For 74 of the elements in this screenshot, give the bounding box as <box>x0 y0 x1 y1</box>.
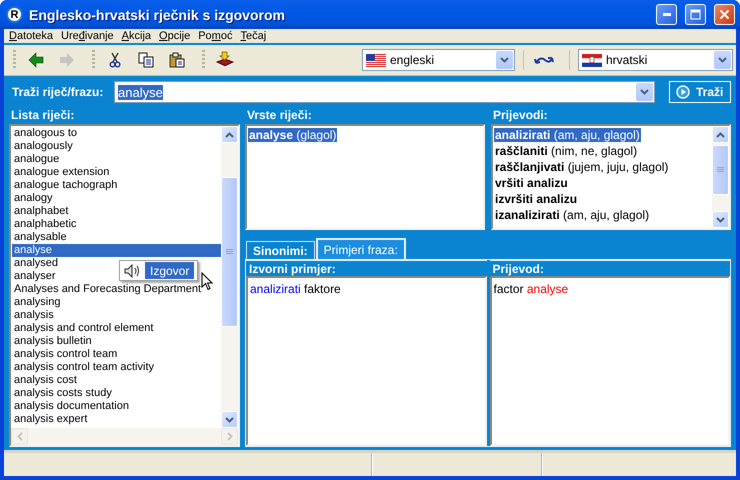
search-label: Traži riječ/frazu: <box>11 85 104 99</box>
translation-item[interactable]: raščlanjivati (jujem, juju, glagol) <box>494 160 670 174</box>
play-icon <box>676 85 690 99</box>
word-list-item[interactable]: analysis <box>12 309 56 322</box>
copy-icon <box>138 52 154 68</box>
vertical-scrollbar[interactable] <box>221 126 238 428</box>
paste-icon <box>169 52 185 68</box>
menu-item[interactable]: Tečaj <box>238 30 272 42</box>
forward-arrow-icon <box>59 52 75 68</box>
scissors-icon <box>109 52 121 68</box>
translation-item[interactable]: raščlaniti (nim, ne, glagol) <box>494 144 638 158</box>
word-list-item[interactable]: analogue tachograph <box>12 179 120 192</box>
language-dropdown[interactable]: hrvatski <box>578 49 733 71</box>
maximize-button[interactable] <box>685 4 706 25</box>
minimize-button[interactable] <box>656 4 677 25</box>
translation-item[interactable]: vršiti analizu <box>494 176 569 190</box>
translated-phrase: factor analyse <box>494 282 568 296</box>
source-phrase: analizirati faktore <box>250 282 341 296</box>
app-icon: R <box>6 6 23 23</box>
word-list-item[interactable]: analogous to <box>12 127 79 140</box>
word-list-item[interactable]: analysis costs study <box>12 387 114 400</box>
back-arrow-icon <box>28 52 44 68</box>
speaker-icon <box>124 264 142 278</box>
word-list-item[interactable]: analogy <box>12 192 55 205</box>
translation-item[interactable]: izanalizirati (am, aju, glagol) <box>494 208 650 222</box>
menu-item[interactable]: Akcija <box>120 30 158 42</box>
word-list-item[interactable]: analysis documentation <box>12 400 131 413</box>
flag-icon <box>582 54 602 66</box>
word-list-item[interactable]: analysis expert <box>12 413 90 426</box>
word-type-item[interactable]: analyse (glagol) <box>248 128 338 142</box>
word-list-item[interactable]: analphabet <box>12 205 70 218</box>
mouse-cursor-icon <box>201 272 213 291</box>
word-list-item[interactable]: analysis control team activity <box>12 361 156 374</box>
maximize-icon <box>690 9 701 20</box>
word-list-item[interactable]: analogously <box>12 140 75 153</box>
word-list-item[interactable]: analysed <box>12 257 60 270</box>
word-list-item[interactable]: analyse <box>12 244 221 257</box>
translations-label: Prijevodi: <box>492 107 549 124</box>
word-list-item[interactable]: analysing <box>12 296 62 309</box>
close-icon <box>719 9 730 20</box>
menu-item[interactable]: Opcije <box>157 30 196 42</box>
horizontal-scrollbar[interactable] <box>11 428 238 445</box>
tab[interactable]: Sinonimi: <box>246 241 315 259</box>
book-arrow-icon <box>216 51 234 69</box>
word-list-item[interactable]: Analyses and Forecasting Department <box>12 283 204 296</box>
word-list-item[interactable]: analysis bulletin <box>12 335 94 348</box>
word-list-item[interactable]: analyser <box>12 270 58 283</box>
word-list-item[interactable]: analogue <box>12 153 62 166</box>
minimize-icon <box>662 13 670 16</box>
swap-icon <box>534 54 554 66</box>
translation-item[interactable]: analizirati (am, aju, glagol) <box>494 128 641 142</box>
grip-icon <box>226 249 233 255</box>
flag-icon <box>366 54 386 66</box>
word-list-item[interactable]: analysable <box>12 231 69 244</box>
tab[interactable]: Primjeri fraza: <box>316 238 406 259</box>
word-list-item[interactable]: analogue extension <box>12 166 112 179</box>
window-title: Englesko-hrvatski rječnik s izgovorom <box>29 6 286 22</box>
word-list-item[interactable]: analphabetic <box>12 218 78 231</box>
close-button[interactable] <box>714 4 735 25</box>
word-list-item[interactable]: analysis control team <box>12 348 120 361</box>
grip-icon <box>717 167 724 173</box>
menu-item[interactable]: Pomoć <box>196 30 238 42</box>
search-button[interactable]: Traži <box>669 81 731 103</box>
vertical-scrollbar[interactable] <box>712 126 729 228</box>
word-types-label: Vrste riječi: <box>246 107 313 124</box>
search-field[interactable]: analyse <box>114 81 655 103</box>
language-dropdown[interactable]: engleski <box>362 49 515 71</box>
menu-item[interactable]: Datoteka <box>7 30 60 42</box>
word-list-item[interactable]: analysis cost <box>12 374 79 387</box>
translation-item[interactable]: izvršiti analizu <box>494 192 578 206</box>
word-list-item[interactable]: analysis and control element <box>12 322 156 335</box>
word-list-label: Lista riječi: <box>10 107 76 124</box>
pronunciation-item[interactable]: Izgovor <box>145 262 194 279</box>
menu-item[interactable]: Uređivanje <box>59 30 120 42</box>
